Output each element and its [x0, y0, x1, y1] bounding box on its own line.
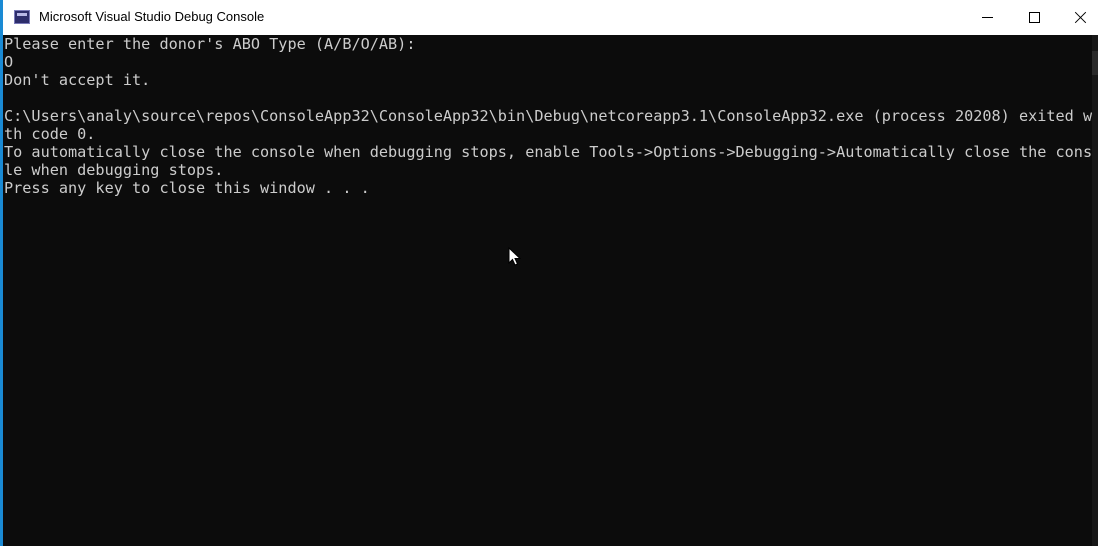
minimize-button[interactable] [964, 0, 1010, 35]
console-line-result: Don't accept it. [4, 71, 151, 89]
maximize-icon [1028, 12, 1040, 23]
minimize-icon [981, 17, 993, 18]
title-bar[interactable]: Microsoft Visual Studio Debug Console [3, 0, 1098, 35]
visual-studio-console-icon[interactable] [14, 10, 30, 24]
console-line-input: O [4, 53, 14, 71]
console-line-autoclose-hint-cont: le when debugging stops. [4, 161, 224, 179]
console-line-press-any-key: Press any key to close this window . . . [4, 179, 370, 197]
scrollbar-thumb[interactable] [1092, 51, 1098, 75]
maximize-button[interactable] [1011, 0, 1057, 35]
console-line-exit-path: C:\Users\analy\source\repos\ConsoleApp32… [4, 107, 1092, 125]
console-line-autoclose-hint: To automatically close the console when … [4, 143, 1092, 161]
window-title: Microsoft Visual Studio Debug Console [39, 9, 265, 24]
console-line-exit-code: th code 0. [4, 125, 96, 143]
console-line-prompt: Please enter the donor's ABO Type (A/B/O… [4, 35, 416, 53]
close-button[interactable] [1057, 0, 1098, 35]
console-output[interactable]: Please enter the donor's ABO Type (A/B/O… [3, 35, 1092, 546]
close-icon [1074, 11, 1087, 24]
mouse-pointer-icon [508, 247, 522, 266]
console-window: Microsoft Visual Studio Debug Console Pl… [0, 0, 1098, 546]
vertical-scrollbar[interactable] [1092, 35, 1098, 546]
